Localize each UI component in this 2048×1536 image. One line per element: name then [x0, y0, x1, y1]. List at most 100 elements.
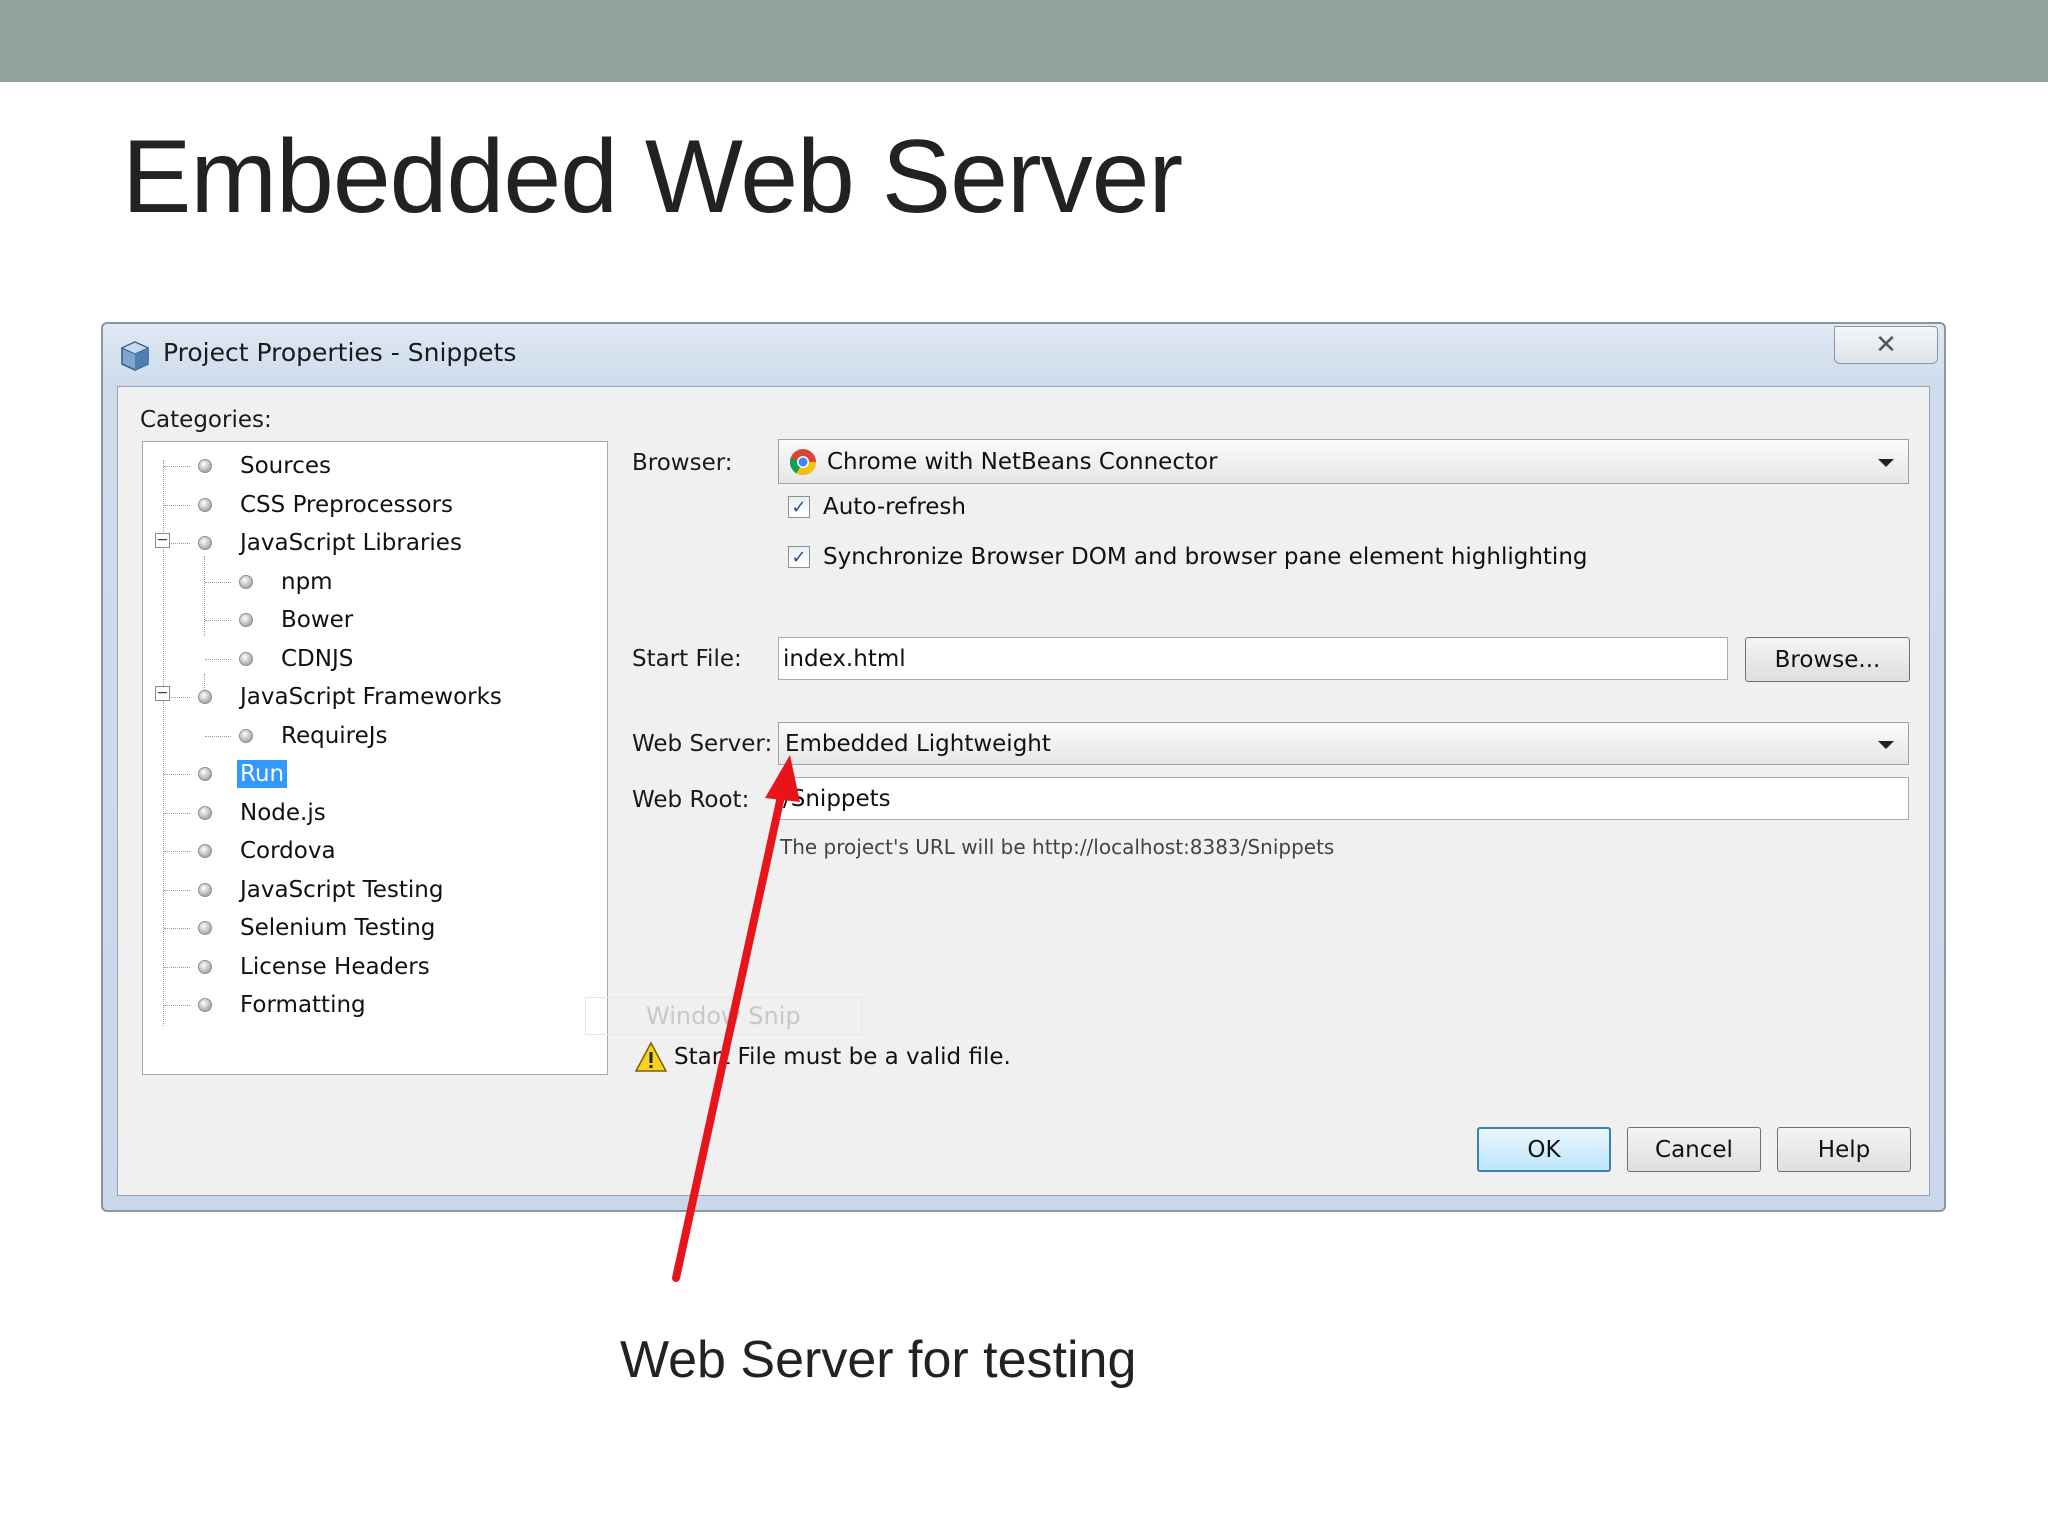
node-bullet-icon	[239, 574, 253, 589]
tree-item[interactable]: JavaScript Frameworks	[198, 679, 505, 715]
sync-dom-checkbox[interactable]: ✓	[788, 546, 810, 568]
node-bullet-icon	[198, 844, 212, 858]
tree-item-label: CDNJS	[281, 645, 354, 672]
tree-item-label: CSS Preprocessors	[240, 491, 454, 518]
tree-connector	[164, 928, 190, 929]
tree-item-label: Bower	[281, 607, 354, 633]
node-bullet-icon	[198, 459, 212, 473]
cancel-button[interactable]: Cancel	[1627, 1127, 1761, 1172]
tree-item[interactable]: JavaScript Libraries	[198, 525, 465, 561]
tree-item-label: Node.js	[240, 799, 326, 826]
tree-connector	[205, 620, 231, 621]
node-bullet-icon	[239, 651, 253, 666]
tree-item[interactable]: Selenium Testing	[198, 910, 438, 946]
node-bullet-icon	[198, 959, 212, 974]
node-bullet-icon	[198, 536, 212, 550]
tree-item[interactable]: JavaScript Testing	[198, 872, 446, 908]
web-server-select[interactable]: Embedded Lightweight	[778, 722, 1909, 765]
tree-item[interactable]: Formatting	[198, 987, 369, 1023]
tree-connector	[164, 889, 190, 891]
sync-dom-label[interactable]: Synchronize Browser DOM and browser pane…	[823, 544, 1588, 570]
web-root-input[interactable]: /Snippets	[778, 777, 1909, 820]
node-bullet-icon	[198, 998, 212, 1012]
tree-item-label: Cordova	[240, 838, 336, 864]
browser-select[interactable]: Chrome with NetBeans Connector	[778, 439, 1909, 484]
tree-item-label: JavaScript Libraries	[240, 530, 462, 556]
categories-tree[interactable]: Sources CSS Preprocessors JavaScript Libra…	[142, 441, 608, 1075]
tree-item[interactable]: Sources	[198, 448, 334, 484]
node-bullet-icon	[198, 497, 212, 512]
node-bullet-icon	[198, 921, 212, 935]
checkmark-icon: ✓	[791, 546, 807, 568]
start-file-label: Start File:	[632, 646, 742, 672]
netbeans-project-cube-icon	[120, 341, 150, 371]
tree-connector	[164, 1005, 190, 1006]
tree-item[interactable]: npm	[239, 564, 336, 600]
dialog-client-area: Categories: Sources CSS Preprocessors Java…	[117, 386, 1930, 1196]
checkmark-icon: ✓	[791, 496, 807, 518]
collapse-icon[interactable]: −	[155, 686, 170, 701]
auto-refresh-label[interactable]: Auto-refresh	[823, 494, 966, 520]
browse-button[interactable]: Browse...	[1745, 637, 1910, 682]
tree-item-label: License Headers	[240, 953, 430, 980]
tree-connector	[164, 504, 190, 506]
tree-item-label: RequireJs	[281, 722, 388, 749]
tree-item-label: Run	[237, 760, 288, 788]
slide-accent-bar	[0, 0, 2048, 82]
node-bullet-icon	[239, 728, 253, 743]
node-bullet-icon	[198, 882, 212, 897]
node-bullet-icon	[198, 767, 212, 781]
tree-connector	[164, 851, 190, 852]
chevron-down-icon	[1878, 740, 1894, 749]
tree-item[interactable]: CDNJS	[239, 641, 356, 677]
tree-item[interactable]: RequireJs	[239, 718, 391, 754]
web-server-select-value: Embedded Lightweight	[785, 730, 1051, 757]
auto-refresh-checkbox[interactable]: ✓	[788, 496, 810, 518]
tree-connector	[164, 466, 190, 467]
collapse-icon[interactable]: −	[155, 533, 170, 548]
dialog-title: Project Properties - Snippets	[163, 338, 517, 367]
warning-triangle-icon	[634, 1041, 668, 1072]
web-root-label: Web Root:	[632, 787, 750, 813]
tree-item[interactable]: Node.js	[198, 795, 329, 831]
help-button[interactable]: Help	[1777, 1127, 1911, 1172]
chrome-icon	[789, 449, 817, 476]
chevron-down-icon	[1878, 458, 1894, 467]
tree-connector	[205, 581, 231, 583]
tree-item[interactable]: CSS Preprocessors	[198, 487, 456, 523]
tree-item-label: Selenium Testing	[240, 915, 436, 941]
tree-item-label: Formatting	[240, 992, 366, 1018]
tree-item-label: npm	[281, 568, 333, 595]
ok-button[interactable]: OK	[1477, 1127, 1611, 1172]
tree-connector	[164, 774, 190, 775]
slide-caption: Web Server for testing	[620, 1331, 1137, 1389]
browser-select-value: Chrome with NetBeans Connector	[827, 448, 1218, 475]
tree-item-label: JavaScript Frameworks	[240, 684, 502, 710]
tree-connector	[204, 556, 205, 636]
node-bullet-icon	[198, 690, 212, 704]
tree-item[interactable]: License Headers	[198, 949, 433, 985]
node-bullet-icon	[198, 805, 212, 820]
warning-text: Start File must be a valid file.	[674, 1044, 1011, 1070]
close-button[interactable]: ✕	[1834, 326, 1938, 364]
slide-title: Embedded Web Server	[122, 119, 1183, 235]
tree-connector	[164, 812, 190, 814]
start-file-input[interactable]: index.html	[778, 637, 1728, 680]
project-properties-dialog: Project Properties - Snippets ✕ Categori…	[101, 322, 1946, 1212]
close-icon: ✕	[1875, 330, 1897, 360]
tree-item[interactable]: Bower	[239, 602, 356, 638]
tree-connector	[205, 658, 231, 660]
web-server-label: Web Server:	[632, 731, 773, 757]
dialog-titlebar[interactable]: Project Properties - Snippets ✕	[103, 324, 1944, 386]
project-url-hint: The project's URL will be http://localho…	[780, 835, 1335, 859]
browser-label: Browser:	[632, 450, 733, 476]
categories-label: Categories:	[140, 407, 272, 433]
tree-item-label: Sources	[240, 453, 331, 479]
window-snip-overlay: Window Snip	[585, 997, 862, 1035]
node-bullet-icon	[239, 613, 253, 627]
tree-item[interactable]: Cordova	[198, 833, 339, 869]
tree-item[interactable]: Run	[198, 756, 288, 792]
tree-connector	[164, 966, 190, 968]
tree-connector	[205, 735, 231, 737]
start-file-warning: Start File must be a valid file.	[634, 1041, 1011, 1073]
